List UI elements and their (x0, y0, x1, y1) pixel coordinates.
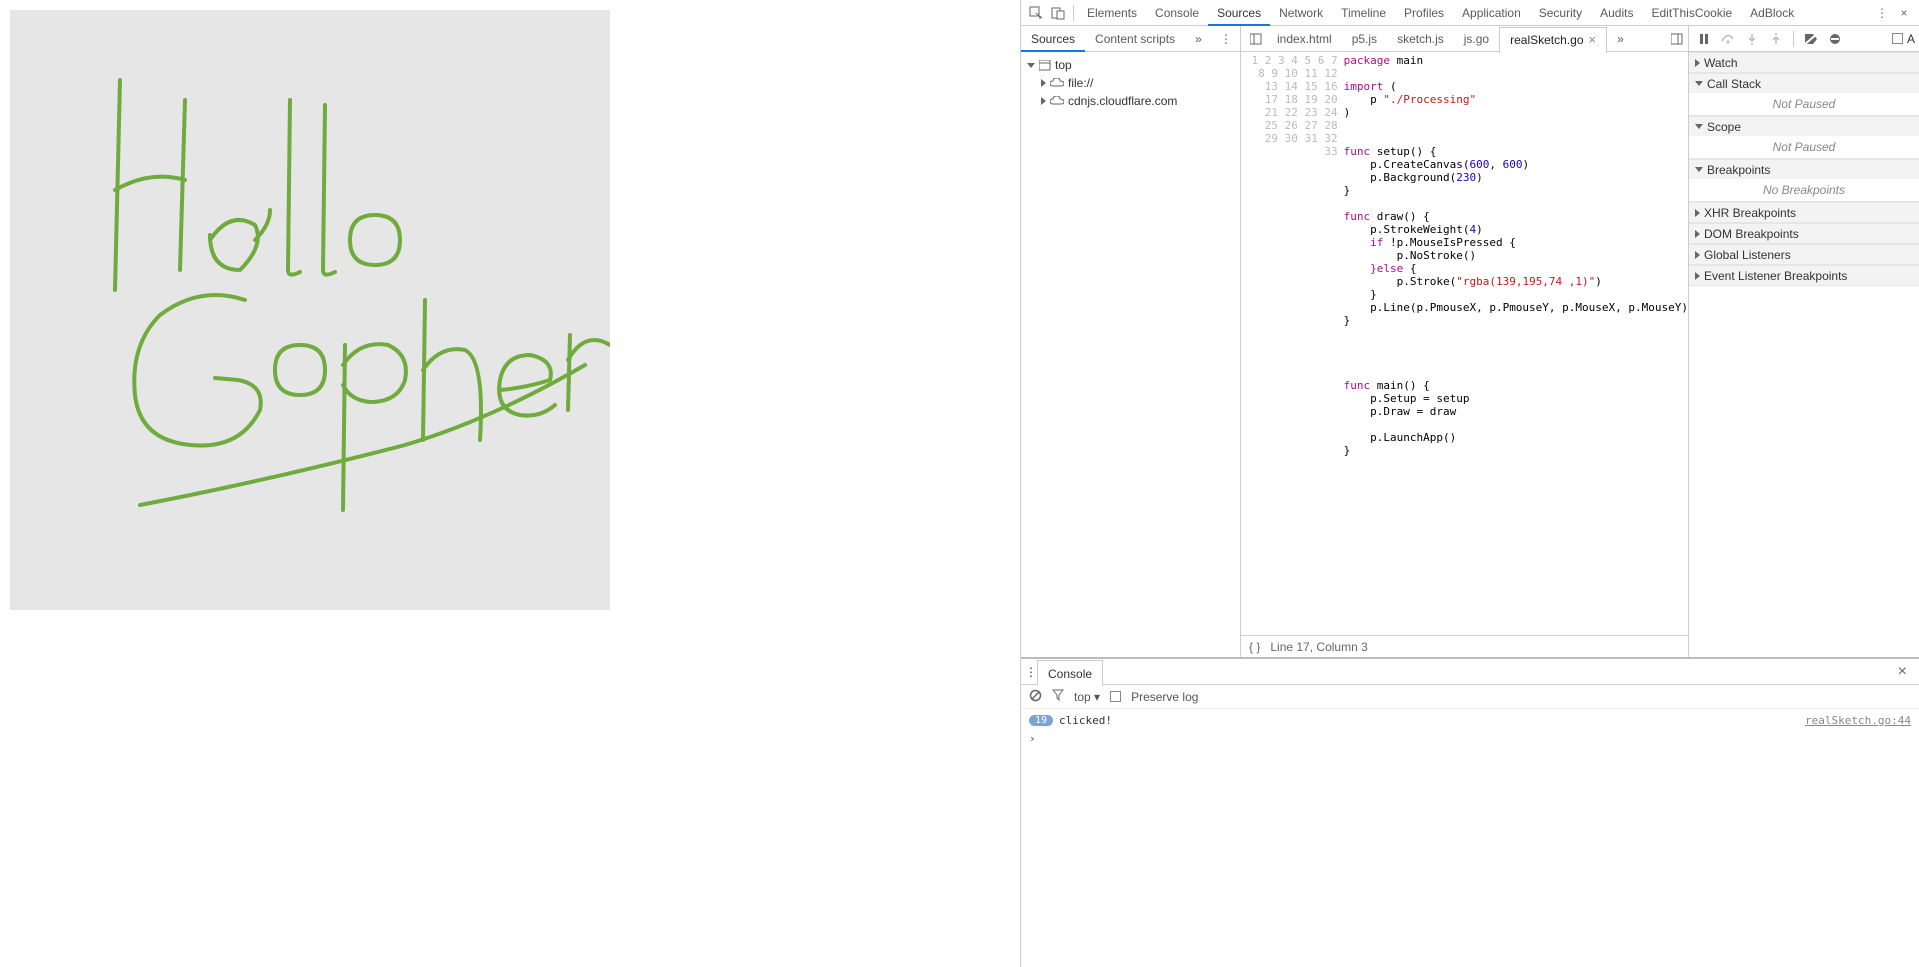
devtools-tab-sources[interactable]: Sources (1208, 0, 1270, 26)
message-count-badge: 19 (1029, 715, 1053, 726)
devtools-tab-profiles[interactable]: Profiles (1395, 0, 1453, 26)
xhr-bp-section[interactable]: XHR Breakpoints (1689, 202, 1919, 222)
event-bp-section[interactable]: Event Listener Breakpoints (1689, 265, 1919, 285)
global-listeners-section[interactable]: Global Listeners (1689, 244, 1919, 264)
cloud-icon (1050, 96, 1064, 106)
code-editor[interactable]: 1 2 3 4 5 6 7 8 9 10 11 12 13 14 15 16 1… (1241, 52, 1688, 635)
file-tab-realSketch-go[interactable]: realSketch.go× (1499, 27, 1607, 53)
console-close-icon[interactable]: × (1890, 663, 1915, 681)
devtools-tab-elements[interactable]: Elements (1078, 0, 1146, 26)
step-into-icon[interactable] (1741, 28, 1763, 50)
code-content: package main import ( p "./Processing" )… (1344, 52, 1688, 635)
devtools: ElementsConsoleSourcesNetworkTimelinePro… (1020, 0, 1919, 967)
file-tab-index-html[interactable]: index.html (1267, 26, 1342, 52)
async-checkbox[interactable] (1892, 33, 1903, 44)
close-icon[interactable]: × (1893, 2, 1915, 24)
frame-icon (1039, 60, 1051, 71)
chevron-right-icon (1041, 79, 1046, 87)
deactivate-bp-icon[interactable] (1800, 28, 1822, 50)
async-label: A (1907, 32, 1915, 46)
chevron-down-icon (1027, 63, 1035, 68)
nav-tab-sources[interactable]: Sources (1021, 26, 1085, 52)
dom-bp-section[interactable]: DOM Breakpoints (1689, 223, 1919, 243)
console-message: 19 clicked! realSketch.go:44 (1029, 711, 1911, 729)
callstack-section[interactable]: Call Stack (1689, 73, 1919, 93)
console-context[interactable]: top ▾ (1074, 690, 1100, 704)
pretty-print-icon[interactable]: { } (1249, 640, 1260, 654)
inspect-icon[interactable] (1025, 2, 1047, 24)
console-prompt[interactable]: › (1029, 729, 1911, 747)
cloud-icon (1050, 78, 1064, 88)
console-drawer: ⋮ Console × top ▾ Preserve log 19 clicke… (1021, 657, 1919, 967)
tree-cdn[interactable]: cdnjs.cloudflare.com (1021, 92, 1240, 110)
editor-statusbar: { } Line 17, Column 3 (1241, 635, 1688, 657)
scope-section[interactable]: Scope (1689, 116, 1919, 136)
toggle-debugger-icon[interactable] (1666, 33, 1688, 45)
devtools-tab-audits[interactable]: Audits (1591, 0, 1642, 26)
devtools-tab-timeline[interactable]: Timeline (1332, 0, 1395, 26)
nav-tab-content-scripts[interactable]: Content scripts (1085, 26, 1185, 52)
pause-icon[interactable] (1693, 28, 1715, 50)
devtools-tab-editthiscookie[interactable]: EditThisCookie (1642, 0, 1741, 26)
tree-top[interactable]: top (1021, 56, 1240, 74)
file-tabs: index.htmlp5.jssketch.jsjs.gorealSketch.… (1241, 26, 1688, 52)
step-out-icon[interactable] (1765, 28, 1787, 50)
devtools-tab-network[interactable]: Network (1270, 0, 1332, 26)
device-icon[interactable] (1047, 2, 1069, 24)
tree-file[interactable]: file:// (1021, 74, 1240, 92)
toggle-nav-icon[interactable] (1245, 33, 1267, 45)
pause-exceptions-icon[interactable] (1824, 28, 1846, 50)
devtools-tab-console[interactable]: Console (1146, 0, 1208, 26)
sources-editor-pane: index.htmlp5.jssketch.jsjs.gorealSketch.… (1241, 26, 1689, 657)
file-tab-more[interactable]: » (1607, 26, 1634, 52)
preserve-log-checkbox[interactable] (1110, 691, 1121, 702)
tree-cdn-label: cdnjs.cloudflare.com (1068, 94, 1177, 108)
debugger-pane: A Watch Call StackNot Paused ScopeNot Pa… (1689, 26, 1919, 657)
console-message-text: clicked! (1059, 714, 1112, 727)
file-tab-sketch-js[interactable]: sketch.js (1387, 26, 1454, 52)
chevron-right-icon (1041, 97, 1046, 105)
tree-file-label: file:// (1068, 76, 1093, 90)
filter-icon[interactable] (1052, 689, 1064, 704)
devtools-tab-adblock[interactable]: AdBlock (1741, 0, 1803, 26)
devtools-tab-application[interactable]: Application (1453, 0, 1530, 26)
step-over-icon[interactable] (1717, 28, 1739, 50)
nav-tab-more[interactable]: » (1185, 26, 1212, 52)
watch-section[interactable]: Watch (1689, 52, 1919, 72)
console-kebab-icon[interactable]: ⋮ (1025, 665, 1037, 679)
console-source-link[interactable]: realSketch.go:44 (1805, 714, 1911, 727)
clear-console-icon[interactable] (1029, 689, 1042, 705)
sources-navigator: Sources Content scripts » ⋮ top file:// (1021, 26, 1241, 657)
file-tab-close-icon[interactable]: × (1589, 27, 1597, 53)
breakpoints-section[interactable]: Breakpoints (1689, 159, 1919, 179)
nav-kebab-icon[interactable]: ⋮ (1212, 32, 1240, 46)
sketch-canvas[interactable] (10, 10, 610, 610)
file-tab-js-go[interactable]: js.go (1454, 26, 1499, 52)
file-tab-p5-js[interactable]: p5.js (1342, 26, 1387, 52)
preserve-log-label: Preserve log (1131, 690, 1198, 704)
devtools-tab-security[interactable]: Security (1530, 0, 1591, 26)
more-icon[interactable]: ⋮ (1871, 2, 1893, 24)
page-content (0, 0, 1020, 967)
devtools-topbar: ElementsConsoleSourcesNetworkTimelinePro… (1021, 0, 1919, 26)
tree-top-label: top (1055, 58, 1072, 72)
line-gutter: 1 2 3 4 5 6 7 8 9 10 11 12 13 14 15 16 1… (1241, 52, 1344, 635)
console-tab[interactable]: Console (1037, 660, 1103, 686)
cursor-position: Line 17, Column 3 (1270, 640, 1367, 654)
